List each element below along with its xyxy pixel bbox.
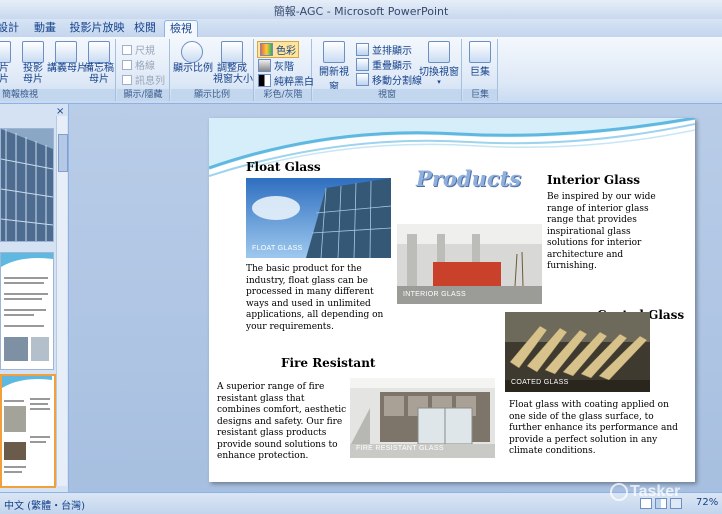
slides-pane: ×: [0, 104, 69, 492]
slide-thumbnail[interactable]: [0, 252, 54, 370]
switch-windows-button[interactable]: 切換視窗 ▾: [419, 41, 459, 86]
handout-master-button[interactable]: 講義母片: [47, 41, 87, 74]
normal-view-icon[interactable]: [640, 498, 652, 509]
new-window-button[interactable]: 開新視窗: [315, 41, 353, 93]
tab-animations[interactable]: 動畫: [30, 20, 60, 37]
slide-thumbnail[interactable]: [0, 128, 54, 242]
float-glass-body: The basic product for the industry, floa…: [246, 264, 384, 332]
coated-glass-body: Float glass with coating applied on one …: [509, 400, 678, 456]
pure-black-white-option[interactable]: 純粹黑白: [258, 73, 314, 88]
slide-editor: Products Float Glass FLOAT GLASS The bas…: [69, 104, 722, 492]
scroll-thumb[interactable]: [58, 134, 68, 172]
products-heading: Products: [416, 166, 522, 191]
slide-icon: [0, 41, 11, 63]
vertical-scrollbar[interactable]: [56, 116, 68, 486]
group-window: 開新視窗 並排顯示 重疊顯示 移動分割線 切換視窗 ▾ 視窗: [313, 39, 462, 101]
interior-glass-photo: INTERIOR GLASS: [397, 224, 542, 304]
float-glass-title: Float Glass: [246, 160, 321, 174]
checkbox-icon: [122, 44, 132, 55]
slide-sorter-icon[interactable]: [655, 498, 667, 509]
split-icon: [356, 73, 369, 86]
slide-preview-icon: [1, 253, 53, 361]
language-indicator[interactable]: 中文 (繁體・台灣): [4, 497, 85, 512]
magnifier-icon: [181, 41, 203, 63]
notes-master-button[interactable]: 備忘稿 母片: [84, 41, 114, 85]
arrange-all-button[interactable]: 並排顯示: [356, 42, 412, 57]
fit-window-icon: [221, 41, 243, 63]
cascade-icon: [356, 58, 369, 71]
grayscale-option[interactable]: 灰階: [258, 58, 294, 73]
title-bar: 簡報-AGC - Microsoft PowerPoint: [0, 0, 722, 19]
group-show-hide: 尺規 格線 訊息列 顯示/隱藏: [117, 39, 170, 101]
tab-view[interactable]: 檢視: [164, 20, 198, 38]
tab-design[interactable]: 設計: [0, 20, 22, 37]
partial-button[interactable]: 片 片: [0, 41, 14, 85]
group-label: 顯示比例: [171, 89, 253, 101]
macros-button[interactable]: 巨集: [465, 41, 495, 78]
tab-slideshow[interactable]: 投影片放映: [68, 20, 126, 37]
notes-master-icon: [88, 41, 110, 63]
float-glass-photo: FLOAT GLASS: [246, 178, 391, 258]
fire-resistant-title: Fire Resistant: [281, 356, 376, 370]
ruler-checkbox[interactable]: 尺規: [122, 42, 155, 57]
gridlines-checkbox[interactable]: 格線: [122, 57, 155, 72]
grayscale-icon: [258, 59, 271, 72]
group-label: 簡報檢視: [0, 89, 115, 101]
checkbox-icon: [122, 74, 132, 85]
fire-resistant-photo: FIRE RESISTANT GLASS: [350, 378, 495, 458]
handout-master-icon: [55, 41, 77, 63]
group-label: 視窗: [313, 89, 461, 101]
black-white-icon: [258, 74, 271, 87]
tab-review[interactable]: 校閱: [130, 20, 160, 37]
window-title: 簡報-AGC - Microsoft PowerPoint: [273, 5, 449, 18]
group-label: 彩色/灰階: [255, 89, 311, 101]
tasker-logo-icon: [610, 483, 628, 501]
slide-preview-icon: [2, 376, 52, 473]
cascade-button[interactable]: 重疊顯示: [356, 57, 412, 72]
arrange-icon: [356, 43, 369, 56]
slide-thumbnail-selected[interactable]: [0, 374, 56, 488]
float-glass-caption: FLOAT GLASS: [252, 245, 303, 252]
group-zoom: 顯示比例 調整成 視窗大小 顯示比例: [171, 39, 254, 101]
slide-canvas[interactable]: Products Float Glass FLOAT GLASS The bas…: [209, 118, 695, 482]
coated-glass-photo: COATED GLASS: [505, 312, 650, 392]
zoom-button[interactable]: 顯示比例: [173, 41, 213, 74]
interior-glass-body: Be inspired by our wide range of interio…: [547, 192, 656, 271]
group-color-grayscale: 色彩 灰階 純粹黑白 彩色/灰階: [255, 39, 314, 101]
macro-icon: [469, 41, 491, 63]
group-label: 顯示/隱藏: [117, 89, 169, 101]
switch-windows-icon: [428, 41, 450, 63]
move-split-button[interactable]: 移動分割線: [356, 72, 422, 87]
slide-master-button[interactable]: 投影 母片: [18, 41, 48, 85]
color-icon: [260, 43, 273, 56]
slide-master-icon: [22, 41, 44, 63]
status-bar: 中文 (繁體・台灣) Tasker 72%: [0, 483, 722, 514]
color-option[interactable]: 色彩: [257, 41, 299, 58]
group-label: 巨集: [463, 89, 497, 101]
interior-glass-caption: INTERIOR GLASS: [403, 291, 466, 298]
glass-building-thumb-icon: [0, 129, 54, 241]
chevron-down-icon: ▾: [437, 78, 441, 86]
message-bar-checkbox[interactable]: 訊息列: [122, 72, 165, 87]
ribbon-tabs: 設計 動畫 投影片放映 校閱 檢視: [0, 19, 722, 38]
coated-glass-caption: COATED GLASS: [511, 379, 569, 386]
ribbon: 片 片 投影 母片 講義母片 備忘稿 母片 簡報檢視 尺規 格線 訊息列 顯示/…: [0, 37, 722, 104]
new-window-icon: [323, 41, 345, 63]
zoom-level[interactable]: 72%: [696, 497, 718, 508]
slideshow-icon[interactable]: [670, 498, 682, 509]
checkbox-icon: [122, 59, 132, 70]
fire-resistant-body: A superior range of fire resistant glass…: [217, 382, 347, 461]
interior-glass-title: Interior Glass: [547, 173, 640, 187]
group-macro: 巨集 巨集: [463, 39, 498, 101]
fit-to-window-button[interactable]: 調整成 視窗大小: [213, 41, 253, 85]
fire-resistant-caption: FIRE RESISTANT GLASS: [356, 445, 444, 452]
group-presentation-views: 片 片 投影 母片 講義母片 備忘稿 母片 簡報檢視: [0, 39, 116, 101]
